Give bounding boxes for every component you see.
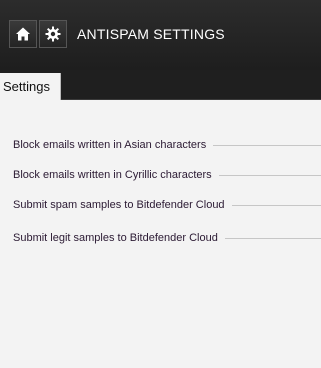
setting-label: Block emails written in Cyrillic charact… bbox=[13, 169, 212, 181]
tab-bar: Settings bbox=[0, 70, 321, 100]
settings-button[interactable] bbox=[39, 20, 67, 48]
page-title: ANTISPAM SETTINGS bbox=[77, 26, 225, 42]
divider bbox=[218, 174, 321, 176]
home-icon bbox=[16, 27, 30, 41]
setting-submit-legit[interactable]: Submit legit samples to Bitdefender Clou… bbox=[0, 230, 321, 246]
setting-label: Block emails written in Asian characters bbox=[13, 139, 207, 151]
divider bbox=[213, 144, 321, 146]
gear-icon bbox=[45, 26, 61, 42]
tab-settings[interactable]: Settings bbox=[0, 73, 61, 100]
setting-block-asian[interactable]: Block emails written in Asian characters bbox=[0, 137, 321, 153]
header-bar: ANTISPAM SETTINGS bbox=[0, 0, 321, 70]
setting-submit-spam[interactable]: Submit spam samples to Bitdefender Cloud bbox=[0, 197, 321, 213]
divider bbox=[224, 237, 321, 239]
divider bbox=[231, 204, 321, 206]
setting-block-cyrillic[interactable]: Block emails written in Cyrillic charact… bbox=[0, 167, 321, 183]
setting-label: Submit spam samples to Bitdefender Cloud bbox=[13, 199, 225, 211]
setting-label: Submit legit samples to Bitdefender Clou… bbox=[13, 232, 218, 244]
home-button[interactable] bbox=[9, 20, 37, 48]
